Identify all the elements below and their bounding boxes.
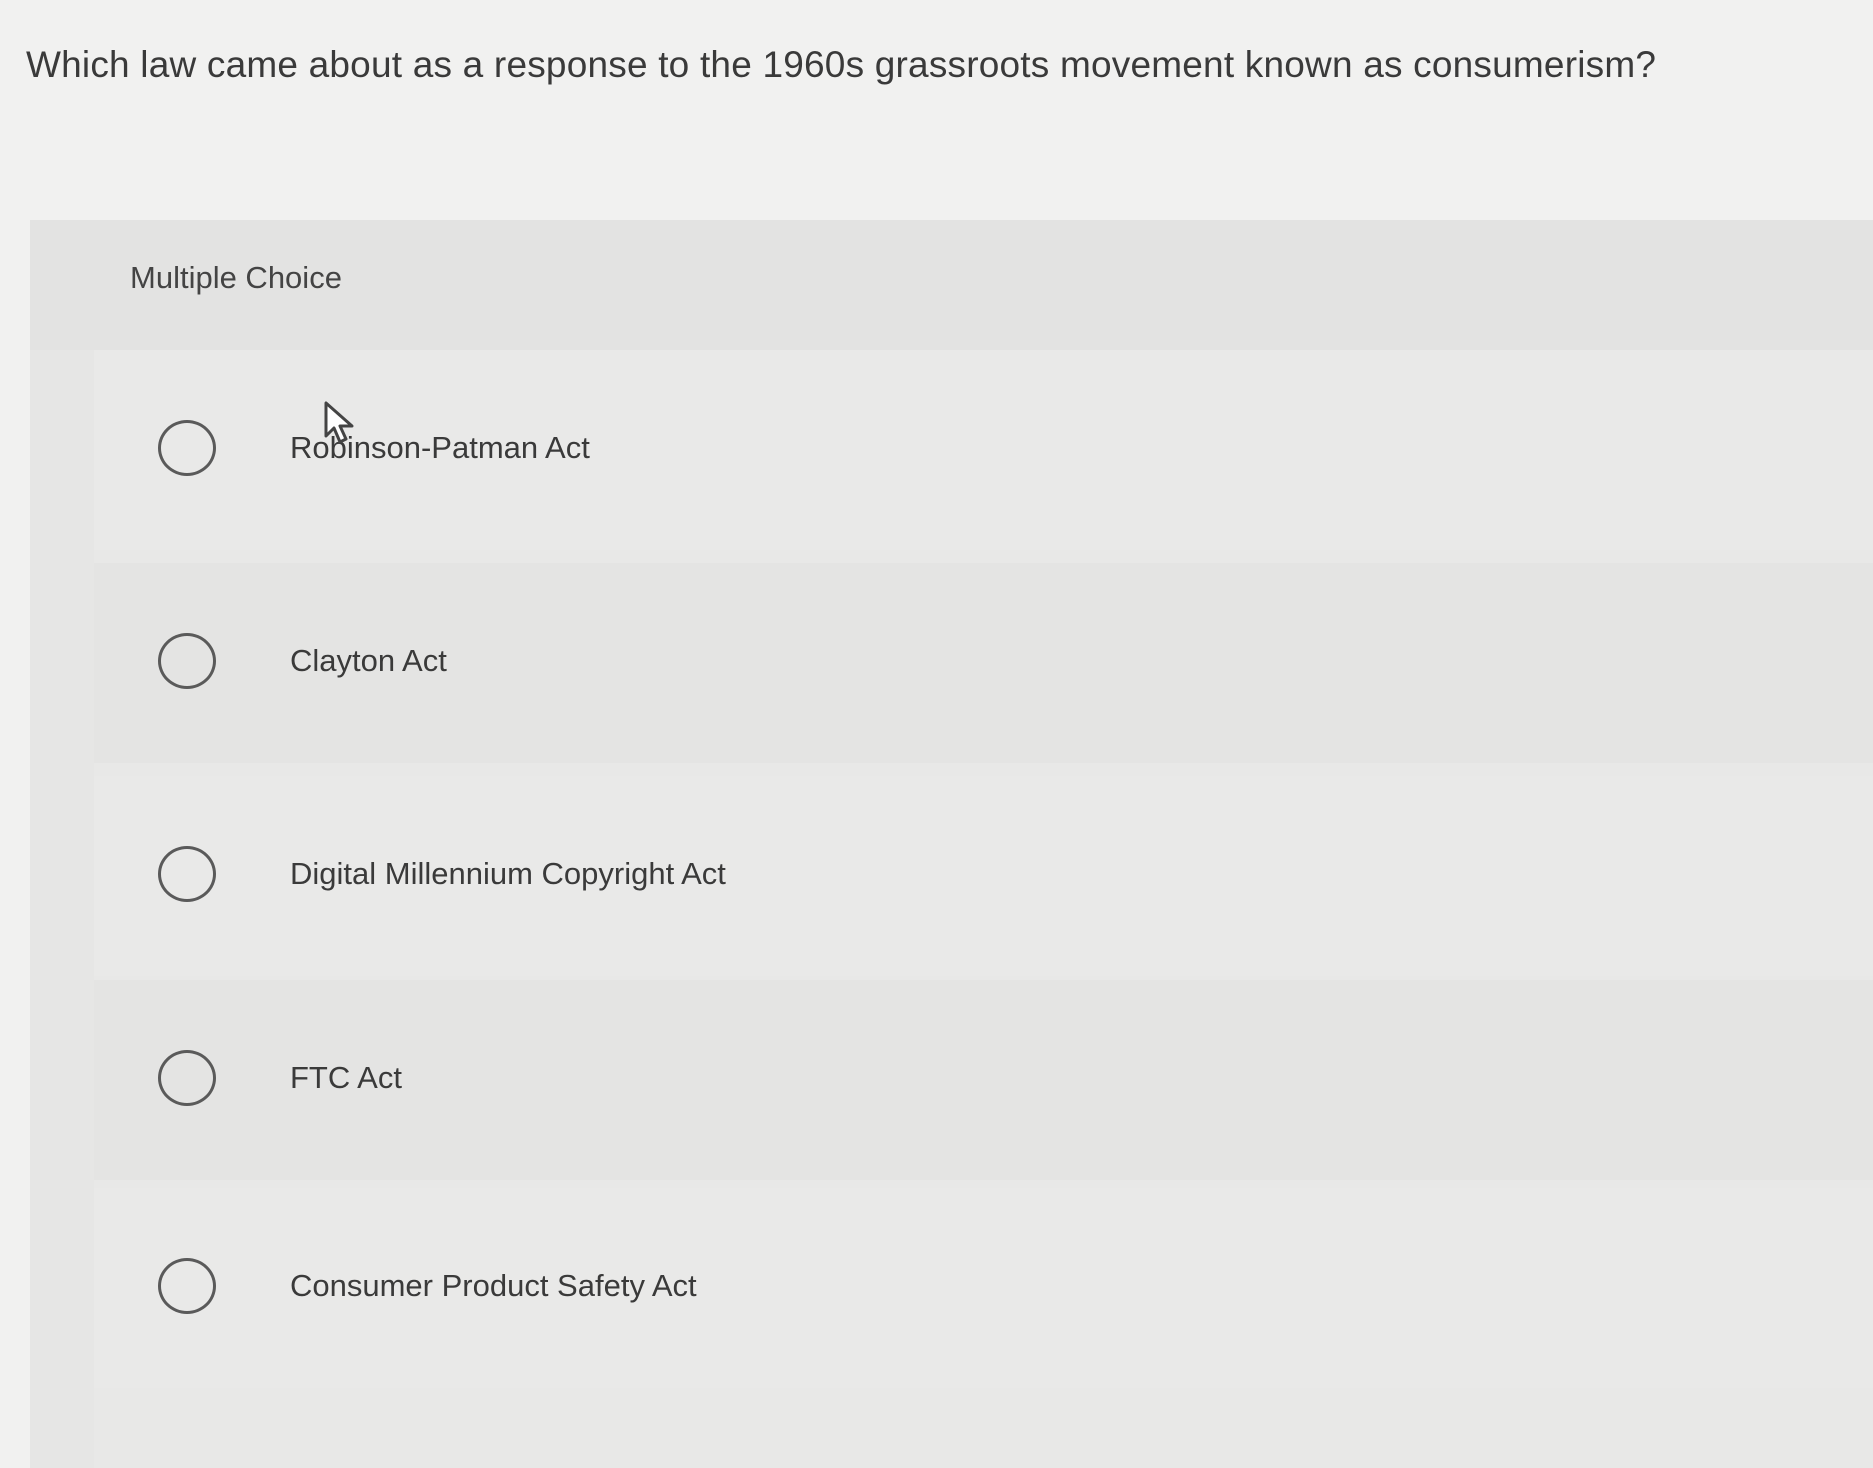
multiple-choice-panel: Multiple Choice Robinson-Patman Act Clay…	[30, 220, 1873, 1468]
radio-button-icon[interactable]	[158, 633, 216, 689]
answer-option-label: Clayton Act	[290, 643, 447, 678]
question-text: Which law came about as a response to th…	[26, 44, 1657, 85]
radio-button-icon[interactable]	[158, 1050, 216, 1106]
answer-option-clayton[interactable]: Clayton Act	[94, 563, 1873, 763]
answer-option-label: FTC Act	[290, 1060, 402, 1095]
radio-button-icon[interactable]	[158, 420, 216, 476]
answer-option-label: Digital Millennium Copyright Act	[290, 856, 726, 891]
radio-button-icon[interactable]	[158, 1258, 216, 1314]
answer-option-dmca[interactable]: Digital Millennium Copyright Act	[94, 776, 1873, 976]
multiple-choice-label: Multiple Choice	[130, 260, 342, 295]
answer-option-label: Consumer Product Safety Act	[290, 1268, 697, 1303]
mouse-pointer-icon	[324, 401, 354, 444]
radio-button-icon[interactable]	[158, 846, 216, 902]
answer-option-consumer-product-safety[interactable]: Consumer Product Safety Act	[94, 1188, 1873, 1388]
answer-option-robinson-patman[interactable]: Robinson-Patman Act	[94, 350, 1873, 550]
answer-option-ftc[interactable]: FTC Act	[94, 980, 1873, 1180]
multiple-choice-header: Multiple Choice	[30, 220, 1873, 350]
answer-options: Robinson-Patman Act Clayton Act Digital …	[94, 350, 1873, 1468]
